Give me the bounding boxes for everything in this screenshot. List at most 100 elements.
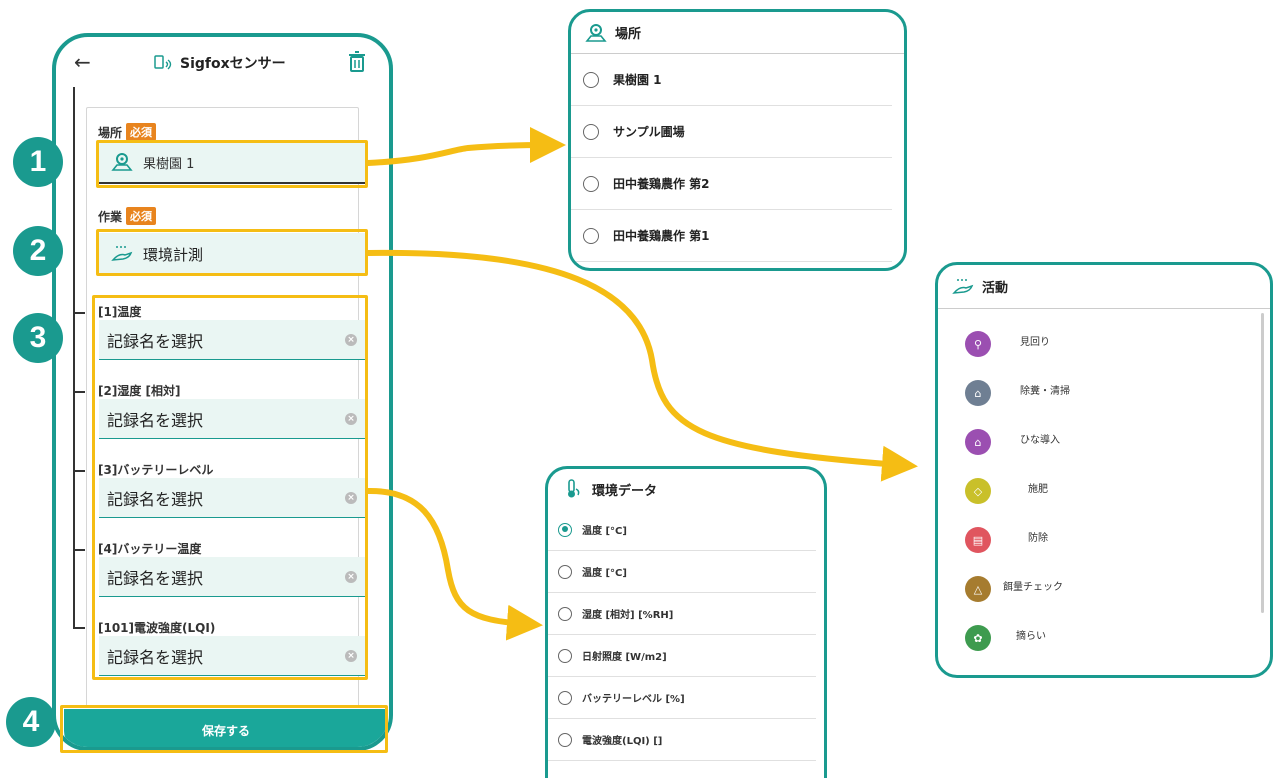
option-label: 除糞・清掃: [1020, 386, 1070, 397]
app-header: ← Sigfoxセンサー: [56, 37, 389, 89]
sensor-label: [3]バッテリーレベル: [98, 463, 214, 477]
panel-title: 場所: [615, 27, 642, 42]
option-label: 果樹園 1: [613, 73, 662, 87]
thermometer-icon: [568, 479, 580, 498]
required-badge: 必須: [126, 123, 157, 141]
option-label: 摘らい: [1016, 631, 1046, 642]
activity-option[interactable]: ✿ 摘らい: [938, 613, 1270, 662]
work-value: 環境計測: [143, 245, 204, 264]
location-label-text: 場所: [98, 125, 123, 140]
sensor-label: [4]バッテリー温度: [98, 542, 202, 556]
radio-button[interactable]: [583, 175, 599, 192]
page-title-text: Sigfoxセンサー: [180, 56, 286, 72]
sensor-label: [101]電波強度(LQI): [98, 621, 216, 635]
sensor-record-select[interactable]: 記録名を選択 ×: [99, 636, 367, 676]
trash-icon[interactable]: [348, 51, 366, 73]
env-data-picker-panel: 環境データ 温度 [°C] 温度 [°C] 湿度 [相対] [%RH] 日射照度…: [545, 466, 827, 778]
save-button[interactable]: 保存する: [64, 709, 388, 747]
option-label: 電波強度(LQI) []: [582, 736, 663, 747]
env-option[interactable]: バッテリーレベル [%]: [548, 677, 816, 719]
back-arrow-icon[interactable]: ←: [74, 50, 91, 74]
tree-branch: [73, 627, 85, 629]
clear-icon[interactable]: ×: [345, 649, 357, 662]
sensor-placeholder: 記録名を選択: [107, 647, 204, 667]
activity-option[interactable]: △ 餌量チェック: [938, 564, 1270, 613]
panel-header: 活動: [938, 265, 1270, 309]
location-pin-icon: [111, 153, 133, 171]
env-option[interactable]: 湿度 [相対] [%RH]: [548, 593, 816, 635]
clear-icon[interactable]: ×: [345, 333, 357, 346]
env-option[interactable]: 日射照度 [W/m2]: [548, 635, 816, 677]
location-pin-icon: [585, 23, 607, 42]
radio-button[interactable]: [558, 732, 572, 747]
option-label: 湿度 [相対] [%RH]: [582, 610, 674, 621]
activity-option[interactable]: ◇ 施肥: [938, 466, 1270, 515]
location-field[interactable]: 果樹園 1: [99, 142, 367, 184]
clear-icon[interactable]: ×: [345, 412, 357, 425]
panel-title: 環境データ: [592, 483, 658, 499]
page-title: Sigfoxセンサー: [154, 53, 286, 73]
option-label: ひな導入: [1020, 435, 1060, 446]
step-3-badge: 3: [13, 313, 63, 363]
clear-icon[interactable]: ×: [345, 570, 357, 583]
work-field[interactable]: 環境計測: [99, 233, 367, 275]
radio-button[interactable]: [583, 123, 599, 140]
radio-button[interactable]: [558, 606, 572, 621]
option-label: バッテリーレベル [%]: [582, 694, 685, 705]
step-2-badge: 2: [13, 226, 63, 276]
step-4-badge: 4: [6, 697, 56, 747]
clear-icon[interactable]: ×: [345, 491, 357, 504]
tree-connector: [73, 87, 75, 629]
scrollbar[interactable]: [1261, 313, 1264, 613]
step-1-badge: 1: [13, 137, 63, 187]
sensor-label: [1]温度: [98, 305, 142, 319]
activity-option[interactable]: ⌂ ひな導入: [938, 417, 1270, 466]
broom-icon: ⌂: [965, 380, 991, 406]
radio-button[interactable]: [558, 648, 572, 663]
sensor-label: [2]湿度 [相対]: [98, 384, 181, 398]
required-badge: 必須: [126, 207, 157, 225]
option-label: サンプル圃場: [613, 125, 685, 139]
sensor-placeholder: 記録名を選択: [107, 410, 204, 430]
option-label: 日射照度 [W/m2]: [582, 652, 667, 663]
radio-button[interactable]: [583, 227, 599, 244]
option-label: 餌量チェック: [1003, 582, 1063, 593]
panel-header: 場所: [571, 12, 904, 54]
location-value: 果樹園 1: [143, 156, 195, 172]
save-button-label: 保存する: [201, 723, 250, 738]
option-label: 田中養鶏農作 第2: [613, 177, 710, 191]
sensor-record-select[interactable]: 記録名を選択 ×: [99, 557, 367, 597]
env-option[interactable]: 温度 [°C]: [548, 551, 816, 593]
location-picker-panel: 場所 果樹園 1 サンプル圃場 田中養鶏農作 第2 田中養鶏農作 第1: [568, 9, 907, 271]
radio-button[interactable]: [583, 71, 599, 88]
activity-option[interactable]: ⌂ 除糞・清掃: [938, 368, 1270, 417]
location-option[interactable]: 田中養鶏農作 第1: [571, 210, 892, 262]
leaf-icon: ✿: [965, 625, 991, 651]
radio-button[interactable]: [558, 690, 572, 705]
location-option[interactable]: サンプル圃場: [571, 106, 892, 158]
activity-option[interactable]: ⚲ 見回り: [938, 319, 1270, 368]
sensor-placeholder: 記録名を選択: [107, 568, 204, 588]
radio-button-selected[interactable]: [558, 522, 572, 537]
env-option[interactable]: 温度 [°C]: [548, 509, 816, 551]
sensor-record-select[interactable]: 記録名を選択 ×: [99, 478, 367, 518]
activity-picker-panel: 活動 ⚲ 見回り ⌂ 除糞・清掃 ⌂ ひな導入 ◇ 施肥 ▤ 防除 △ 餌量チェ…: [935, 262, 1273, 678]
location-option[interactable]: 田中養鶏農作 第2: [571, 158, 892, 210]
sensor-record-select[interactable]: 記録名を選択 ×: [99, 399, 367, 439]
option-label: 見回り: [1020, 337, 1050, 348]
feed-icon: △: [965, 576, 991, 602]
sensor-placeholder: 記録名を選択: [107, 331, 204, 351]
option-label: 温度 [°C]: [582, 568, 627, 579]
arrow-1: [365, 127, 566, 166]
option-label: 施肥: [1028, 484, 1048, 495]
sensor-placeholder: 記録名を選択: [107, 489, 204, 509]
fertilizer-icon: ◇: [965, 478, 991, 504]
work-label-text: 作業: [98, 209, 123, 224]
radio-button[interactable]: [558, 564, 572, 579]
sensor-record-select[interactable]: 記録名を選択 ×: [99, 320, 367, 360]
location-option[interactable]: 果樹園 1: [571, 54, 892, 106]
env-option[interactable]: 電波強度(LQI) []: [548, 719, 816, 761]
activity-option[interactable]: ▤ 防除: [938, 515, 1270, 564]
chick-house-icon: ⌂: [965, 429, 991, 455]
tree-branch: [73, 549, 85, 551]
